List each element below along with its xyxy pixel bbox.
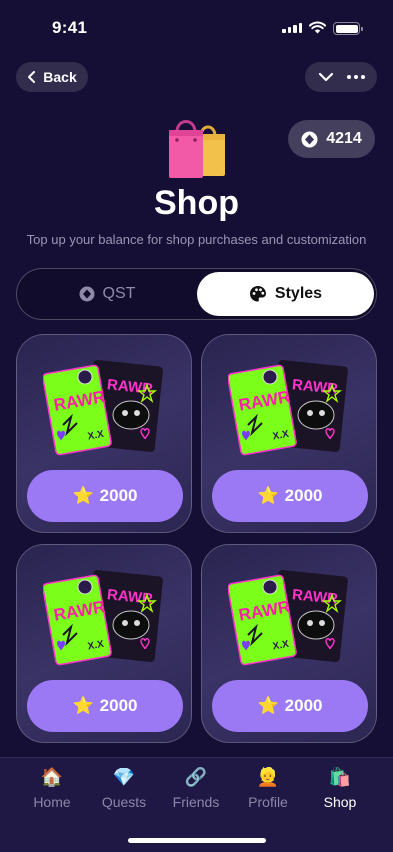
product-card[interactable]: RAWR RAWR X.X ⭐ 2000 [201, 334, 377, 533]
product-card[interactable]: RAWR RAWR X.X ⭐ 2000 [201, 544, 377, 743]
star-icon: ⭐ [72, 486, 94, 505]
price-button[interactable]: ⭐ 2000 [212, 680, 368, 732]
chevron-down-icon[interactable] [318, 72, 334, 82]
product-card[interactable]: RAWR RAWR X.X ⭐ 2000 [16, 334, 192, 533]
style-pack-artwork: RAWR RAWR X.X [228, 359, 348, 456]
price-button[interactable]: ⭐ 2000 [27, 470, 183, 522]
back-button[interactable]: Back [16, 62, 88, 92]
header-menu-pill [305, 62, 377, 92]
palette-icon [249, 286, 266, 302]
page-title: Shop [154, 184, 239, 222]
shopping-bags-icon [169, 120, 225, 178]
star-icon: ⭐ [257, 696, 279, 715]
page-subtitle: Top up your balance for shop purchases a… [26, 232, 367, 247]
shopping-bags-icon: 🛍️ [328, 767, 352, 787]
tab-styles[interactable]: Styles [197, 272, 374, 316]
coin-icon [79, 286, 95, 302]
price-label: 2000 [284, 696, 323, 715]
nav-item-profile[interactable]: 👱 Profile [230, 766, 306, 810]
house-icon: 🏠 [40, 767, 64, 787]
style-pack-artwork: RAWR RAWR X.X [43, 359, 163, 456]
status-time: 9:41 [52, 18, 88, 37]
nav-item-friends[interactable]: 🔗 Friends [158, 766, 234, 810]
product-card[interactable]: RAWR RAWR X.X ⭐ 2000 [16, 544, 192, 743]
coin-balance[interactable]: 4214 [288, 120, 375, 158]
nav-item-shop[interactable]: 🛍️ Shop [302, 766, 378, 810]
status-bar: 9:41 [0, 0, 393, 54]
back-label: Back [43, 69, 77, 85]
diamond-icon: 💎 [112, 767, 136, 787]
cellular-signal-icon [282, 23, 302, 33]
star-icon: ⭐ [257, 486, 279, 505]
nav-item-label: Quests [101, 794, 147, 810]
nav-item-label: Friends [172, 794, 220, 810]
coin-icon [301, 131, 318, 147]
tab-qst-label: QST [102, 285, 136, 302]
price-label: 2000 [99, 696, 138, 715]
segmented-control: QST Styles [16, 268, 377, 320]
nav-item-label: Profile [248, 794, 288, 810]
chevron-left-icon [28, 71, 36, 83]
tab-qst[interactable]: QST [17, 269, 197, 319]
battery-icon [333, 22, 363, 35]
star-icon: ⭐ [72, 696, 94, 715]
home-indicator[interactable] [128, 838, 266, 843]
style-pack-artwork: RAWR RAWR X.X [43, 569, 163, 666]
price-button[interactable]: ⭐ 2000 [212, 470, 368, 522]
price-label: 2000 [99, 486, 138, 505]
price-label: 2000 [284, 486, 323, 505]
price-button[interactable]: ⭐ 2000 [27, 680, 183, 732]
link-icon: 🔗 [184, 767, 208, 787]
wifi-icon [309, 21, 326, 34]
nav-item-label: Home [33, 794, 71, 810]
style-pack-artwork: RAWR RAWR X.X [228, 569, 348, 666]
nav-item-home[interactable]: 🏠 Home [14, 766, 90, 810]
nav-item-label: Shop [323, 794, 357, 810]
coin-balance-amount: 4214 [326, 130, 362, 147]
person-icon: 👱 [256, 767, 280, 787]
tab-styles-label: Styles [274, 285, 323, 302]
more-options-icon[interactable] [346, 75, 365, 79]
nav-item-quests[interactable]: 💎 Quests [86, 766, 162, 810]
